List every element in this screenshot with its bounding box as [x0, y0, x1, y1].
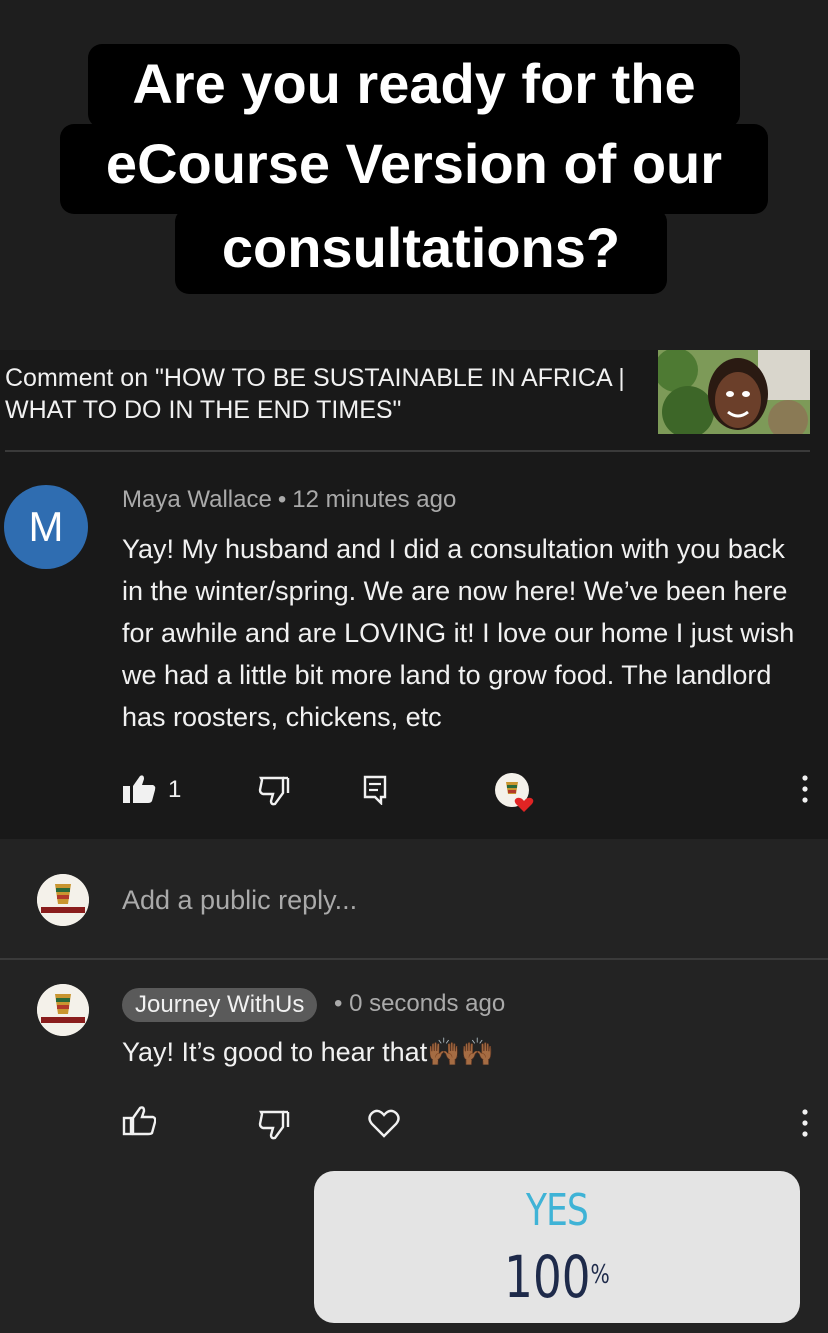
comment-time: 12 minutes ago [292, 486, 457, 513]
more-options-icon[interactable] [800, 1108, 810, 1138]
comment: M Maya Wallace • 12 minutes ago Yay! My hu… [0, 452, 828, 839]
video-title[interactable]: Comment on "HOW TO BE SUSTAINABLE IN AFR… [5, 362, 645, 426]
reply-input[interactable]: Add a public reply... [122, 885, 357, 916]
poll-result-sticker: YES 100% [314, 1171, 800, 1323]
reply-icon[interactable] [363, 775, 387, 805]
reply-time: • 0 seconds ago [334, 990, 506, 1017]
poll-percent-unit: % [590, 1260, 610, 1290]
reply-text: Yay! It’s good to hear that🙌🏾🙌🏾 [122, 1037, 495, 1067]
avatar [37, 874, 89, 926]
video-thumbnail[interactable] [658, 350, 810, 434]
headline-line-2: eCourse Version of our [60, 124, 768, 214]
comment-meta: Maya Wallace • 12 minutes ago [122, 486, 456, 514]
headline-line-3: consultations? [175, 208, 667, 294]
poll-percent-value: 100 [504, 1243, 591, 1311]
poll-option-label: YES [525, 1185, 589, 1236]
reply-box[interactable]: Add a public reply... [0, 839, 828, 959]
comment-actions: 1 [0, 770, 828, 812]
like-count: 1 [168, 776, 182, 803]
more-options-icon[interactable] [800, 774, 810, 804]
reply-author-chip[interactable]: Journey WithUs [122, 988, 318, 1022]
avatar[interactable] [37, 984, 89, 1036]
thumbs-up-filled-icon[interactable] [122, 774, 156, 804]
thumbs-down-icon[interactable] [258, 776, 290, 806]
avatar[interactable]: M [4, 485, 88, 569]
thumbs-down-icon[interactable] [258, 1110, 290, 1140]
creator-heart-icon [495, 773, 534, 812]
headline-line-1: Are you ready for the [88, 44, 740, 128]
poll-percentage: 100% [367, 1243, 746, 1311]
meta-separator: • [277, 486, 287, 513]
comment-on-header[interactable]: Comment on "HOW TO BE SUSTAINABLE IN AFR… [0, 350, 828, 452]
comment-author[interactable]: Maya Wallace [122, 486, 272, 513]
comment-text: Yay! My husband and I did a consultation… [122, 534, 795, 732]
headline-caption: Are you ready for the eCourse Version of… [0, 0, 828, 350]
heart-icon[interactable] [368, 1108, 400, 1138]
thumbs-up-icon[interactable] [122, 1106, 156, 1136]
